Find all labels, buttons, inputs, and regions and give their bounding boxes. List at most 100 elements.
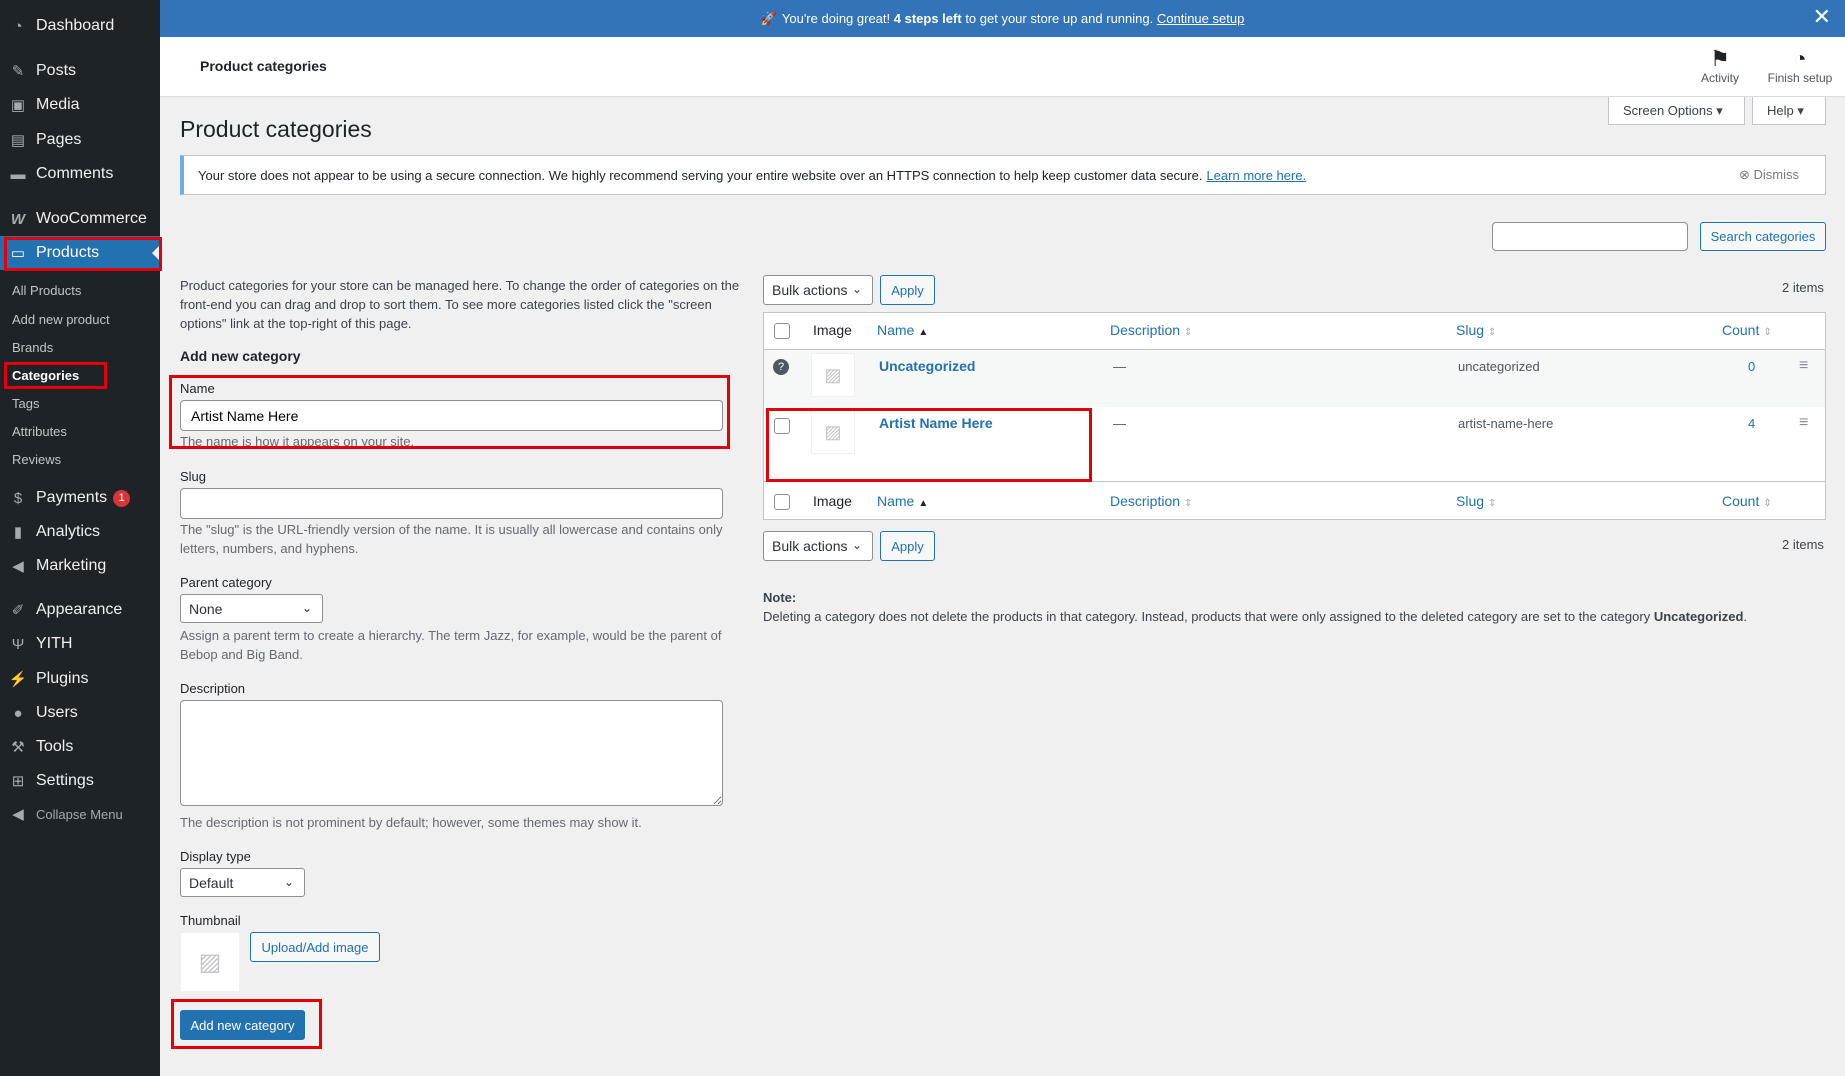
category-description: — — [1113, 359, 1126, 374]
name-input[interactable] — [180, 400, 723, 431]
parent-category-label: Parent category — [180, 575, 272, 590]
category-count-link[interactable]: 0 — [1748, 359, 1755, 374]
megaphone-icon: ◀ — [12, 558, 24, 575]
drag-handle-icon[interactable]: ≡ — [1799, 414, 1808, 432]
brush-icon: ✐ — [11, 602, 25, 619]
category-count-link[interactable]: 4 — [1748, 416, 1755, 431]
note-text: Deleting a category does not delete the … — [763, 609, 1748, 624]
category-description: — — [1113, 416, 1126, 431]
col-description-sort[interactable]: Description ⇕ — [1110, 322, 1192, 338]
dismiss-button[interactable]: ⊗ Dismiss — [1739, 167, 1799, 183]
learn-more-link[interactable]: Learn more here. — [1206, 168, 1306, 183]
payments-badge: 1 — [113, 489, 131, 507]
sort-icon: ⇕ — [1763, 327, 1772, 338]
menu-woocommerce[interactable]: W WooCommerce — [0, 202, 160, 236]
chevron-down-icon: ⌄ — [301, 601, 312, 615]
collapse-menu[interactable]: ◀ Collapse Menu — [0, 797, 160, 831]
menu-dashboard[interactable]: ◔ Dashboard — [0, 9, 160, 43]
menu-analytics[interactable]: ▮ Analytics — [0, 515, 160, 549]
submenu-tags[interactable]: Tags — [12, 396, 39, 411]
name-help: The name is how it appears on your site. — [180, 434, 415, 446]
continue-setup-link[interactable]: Continue setup — [1157, 11, 1244, 26]
menu-tools[interactable]: ⚒ Tools — [0, 730, 160, 764]
add-new-category-heading: Add new category — [180, 348, 301, 364]
search-categories-input[interactable] — [1492, 222, 1688, 251]
col-count-sort[interactable]: Count ⇕ — [1722, 322, 1772, 338]
col-description-sort-footer[interactable]: Description ⇕ — [1110, 493, 1192, 509]
sort-icon: ⇕ — [1184, 327, 1193, 338]
menu-media[interactable]: ▣ Media — [0, 88, 160, 122]
menu-plugins[interactable]: ⚡ Plugins — [0, 662, 160, 696]
submenu-all-products[interactable]: All Products — [12, 283, 81, 298]
description-textarea[interactable] — [180, 700, 723, 806]
submenu-reviews[interactable]: Reviews — [12, 452, 61, 467]
drag-handle-icon[interactable]: ≡ — [1799, 357, 1808, 375]
items-count-top: 2 items — [1782, 280, 1824, 295]
flag-icon: ⚑ — [1710, 46, 1730, 71]
menu-users[interactable]: ● Users — [0, 696, 160, 730]
add-new-category-button[interactable]: Add new category — [180, 1010, 305, 1040]
rocket-icon: 🚀 — [760, 10, 777, 26]
https-notice: Your store does not appear to be using a… — [180, 155, 1826, 195]
col-slug-sort-footer[interactable]: Slug ⇕ — [1456, 493, 1496, 509]
image-placeholder-icon: ▨ — [811, 410, 855, 454]
display-type-label: Display type — [180, 849, 251, 864]
sort-icon: ⇕ — [1763, 498, 1772, 509]
submenu-brands[interactable]: Brands — [12, 340, 53, 355]
menu-settings[interactable]: ⊞ Settings — [0, 764, 160, 798]
menu-payments[interactable]: $ Payments 1 — [0, 481, 160, 515]
col-name-sort-footer[interactable]: Name ▲ — [877, 493, 928, 509]
collapse-icon: ◀ — [12, 806, 24, 823]
col-count-sort-footer[interactable]: Count ⇕ — [1722, 493, 1772, 509]
name-label: Name — [180, 381, 215, 396]
menu-products[interactable]: ▭ Products — [0, 236, 160, 270]
row-checkbox[interactable] — [774, 418, 790, 434]
slug-input[interactable] — [180, 488, 723, 519]
admin-sidebar: ◔ Dashboard ✎ Posts ▣ Media ▤ Pages ▬ Comment… — [0, 0, 160, 1076]
select-all-checkbox-bottom[interactable] — [774, 494, 790, 510]
search-categories-button[interactable]: Search categories — [1700, 222, 1826, 251]
submenu-categories[interactable]: Categories — [12, 368, 79, 383]
select-all-checkbox[interactable] — [774, 323, 790, 339]
close-icon[interactable]: ✕ — [1813, 6, 1831, 28]
display-type-select[interactable]: Default ⌄ — [180, 868, 305, 897]
parent-category-select[interactable]: None ⌄ — [180, 594, 323, 623]
activity-button[interactable]: ⚑ Activity — [1690, 46, 1750, 86]
help-button[interactable]: Help ▾ — [1752, 97, 1826, 125]
menu-pages[interactable]: ▤ Pages — [0, 123, 160, 157]
menu-appearance[interactable]: ✐ Appearance — [0, 593, 160, 627]
woo-header: Product categories ⚑ Activity ◔ Finish s… — [160, 37, 1845, 97]
analytics-icon: ▮ — [13, 524, 23, 541]
thumbnail-placeholder-icon: ▨ — [180, 932, 240, 992]
thumbnail-label: Thumbnail — [180, 913, 241, 928]
upload-image-button[interactable]: Upload/Add image — [250, 932, 380, 962]
dismiss-icon: ⊗ — [1738, 167, 1750, 182]
sort-icon: ⇕ — [1488, 498, 1497, 509]
yith-icon: Ψ — [11, 635, 25, 653]
menu-comments[interactable]: ▬ Comments — [0, 157, 160, 191]
description-help: The description is not prominent by defa… — [180, 815, 642, 830]
menu-posts[interactable]: ✎ Posts — [0, 54, 160, 88]
help-icon[interactable]: ? — [773, 359, 789, 375]
category-name-link[interactable]: Uncategorized — [879, 358, 975, 374]
apply-button-bottom[interactable]: Apply — [880, 531, 935, 561]
col-slug-sort[interactable]: Slug ⇕ — [1456, 322, 1496, 338]
col-name-sort[interactable]: Name ▲ — [877, 322, 928, 338]
category-slug: artist-name-here — [1458, 416, 1554, 431]
chevron-down-icon: ⌄ — [851, 538, 862, 552]
menu-marketing[interactable]: ◀ Marketing — [0, 549, 160, 583]
dashboard-icon: ◔ — [13, 17, 23, 35]
submenu-attributes[interactable]: Attributes — [12, 424, 67, 439]
page-title: Product categories — [180, 116, 372, 142]
slug-label: Slug — [180, 469, 207, 484]
wrench-icon: ⚒ — [11, 739, 25, 756]
comment-icon: ▬ — [10, 165, 26, 183]
bulk-actions-select-bottom[interactable]: Bulk actions ⌄ — [763, 531, 873, 561]
bulk-actions-select-top[interactable]: Bulk actions ⌄ — [763, 275, 873, 305]
submenu-add-new-product[interactable]: Add new product — [12, 312, 110, 327]
apply-button-top[interactable]: Apply — [880, 275, 935, 305]
category-name-link[interactable]: Artist Name Here — [879, 415, 993, 431]
screen-options-button[interactable]: Screen Options ▾ — [1608, 97, 1745, 125]
finish-setup-button[interactable]: ◔ Finish setup — [1760, 47, 1840, 86]
menu-yith[interactable]: Ψ YITH — [0, 627, 160, 661]
